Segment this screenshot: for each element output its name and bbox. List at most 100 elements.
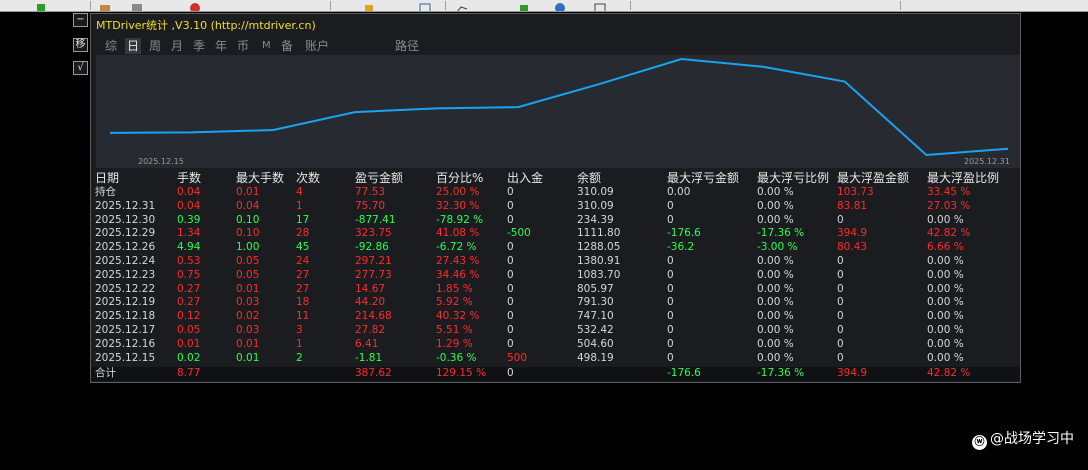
- table-row-cell: 2: [296, 351, 303, 364]
- table-totals-row-cell: 394.9: [837, 367, 868, 380]
- table-row-cell: 1: [296, 199, 303, 212]
- table-row-cell: -0.36 %: [436, 351, 477, 364]
- table-row-cell: 27.03 %: [927, 199, 971, 212]
- table-row-cell: 310.09: [577, 199, 614, 212]
- table-row-cell: 0: [507, 186, 514, 198]
- table-row-cell: 0: [837, 255, 844, 267]
- toolbar-clock-icon[interactable]: [553, 0, 567, 11]
- table-row-cell: 1.85 %: [436, 282, 473, 295]
- table-row-cell: 4: [296, 186, 303, 198]
- tab-yearly[interactable]: 年: [215, 38, 227, 54]
- table-row-cell: 17: [296, 213, 310, 226]
- table-row-cell: 2025.12.17: [95, 324, 156, 336]
- table-row-cell: 0.04: [177, 186, 201, 198]
- table-row-cell: 0: [507, 282, 514, 295]
- table-row: 2025.12.22 0.27 0.01 27 14.67 1.85 % 0 805.97 0 0…: [91, 283, 1020, 297]
- table-row-cell: 0.39: [177, 213, 201, 226]
- tab-quarterly[interactable]: 季: [193, 38, 205, 54]
- toolbar-history-icon[interactable]: [130, 0, 144, 11]
- table-row-cell: 2025.12.19: [95, 296, 156, 309]
- table-row-cell: 0.01: [236, 186, 260, 198]
- toolbar-grid-icon[interactable]: [418, 0, 432, 11]
- table-row-cell: 28: [296, 227, 310, 240]
- toolbar-pencil-icon[interactable]: [362, 0, 376, 11]
- table-row: 2025.12.19 0.27 0.03 18 44.20 5.92 % 0 791.30 0 0…: [91, 296, 1020, 310]
- table-row-cell: 504.60: [577, 337, 614, 350]
- table-row-cell: 1.29 %: [436, 337, 473, 350]
- tab-account[interactable]: 账户: [305, 38, 329, 54]
- table-row-cell: 2025.12.31: [95, 199, 156, 212]
- table-row-cell: 1.00: [236, 241, 260, 254]
- tab-weekly[interactable]: 周: [149, 38, 161, 54]
- table-row-cell: 277.73: [355, 268, 392, 281]
- toolbar-chart-icon[interactable]: [455, 0, 469, 11]
- table-row-cell: 1111.80: [577, 227, 621, 240]
- table-header-cell: 最大浮亏金额: [667, 171, 740, 185]
- tab-daily[interactable]: 日: [125, 38, 142, 54]
- toolbar-box-icon[interactable]: [98, 0, 112, 11]
- table-row-cell: 0: [507, 213, 514, 226]
- table-row: 2025.12.26 4.94 1.00 45 -92.86 -6.72 % 0 1288.0…: [91, 241, 1020, 255]
- check-button[interactable]: √: [73, 61, 88, 75]
- collapse-button[interactable]: −: [73, 13, 88, 27]
- table-row-cell: 0.12: [177, 310, 201, 323]
- table-row: 2025.12.29 1.34 0.10 28 323.75 41.08 % -500 111…: [91, 227, 1020, 241]
- table-row-cell: 1: [296, 337, 303, 350]
- table-row-cell: 27.43 %: [436, 255, 480, 267]
- balance-chart-svg: [109, 57, 1009, 157]
- toolbar-stop-icon[interactable]: [188, 0, 202, 11]
- tab-currency[interactable]: 币: [237, 38, 249, 54]
- toolbar-window-icon[interactable]: [593, 0, 607, 11]
- table-row-cell: 0: [507, 310, 514, 323]
- table-row-cell: 14.67: [355, 282, 386, 295]
- table-header-cell: 手数: [177, 171, 202, 185]
- table-row-cell: 0.00 %: [927, 337, 964, 350]
- table-row-cell: 0.00 %: [757, 268, 794, 281]
- table-row-cell: 0.00 %: [927, 324, 964, 336]
- table-row-cell: 75.70: [355, 199, 386, 212]
- table-row-cell: 0: [507, 268, 514, 281]
- toolbar-separator: [630, 1, 631, 10]
- table-row-cell: 532.42: [577, 324, 614, 336]
- table-row-cell: 0: [667, 255, 674, 267]
- table-row-cell: 0.27: [177, 282, 201, 295]
- stats-panel: MTDriver统计 ,V3.10 (http://mtdriver.cn) 综…: [90, 13, 1021, 383]
- table-row-cell: 2025.12.23: [95, 268, 156, 281]
- table-row-cell: 4.94: [177, 241, 201, 254]
- table-row-cell: 0: [667, 268, 674, 281]
- table-row-cell: 0: [667, 310, 674, 323]
- table-row-cell: 0.00 %: [927, 282, 964, 295]
- table-row-cell: 41.08 %: [436, 227, 480, 240]
- table-row-cell: 0.00 %: [927, 296, 964, 309]
- tab-notes[interactable]: 备: [281, 38, 293, 54]
- table-row-cell: 0.03: [236, 324, 260, 336]
- toolbar-new-order-icon[interactable]: [34, 0, 48, 11]
- tab-overview[interactable]: 综: [105, 38, 117, 54]
- table-row-cell: 310.09: [577, 186, 614, 198]
- tab-path[interactable]: 路径: [395, 38, 419, 54]
- toolbar-add-icon[interactable]: [517, 0, 531, 11]
- table-row: 2025.12.15 0.02 0.01 2 -1.81 -0.36 % 500 498.19…: [91, 352, 1020, 366]
- table-row-cell: -3.00 %: [757, 241, 798, 254]
- table-row-cell: 27.82: [355, 324, 386, 336]
- table-row-cell: 0.75: [177, 268, 201, 281]
- table-row-cell: 34.46 %: [436, 268, 480, 281]
- tab-magic[interactable]: M: [262, 38, 271, 54]
- table-row-cell: 0.02: [177, 351, 201, 364]
- table-row-cell: 0.00 %: [757, 337, 794, 350]
- table-row-cell: 0.05: [236, 255, 260, 267]
- table-row-cell: -1.81: [355, 351, 383, 364]
- tab-monthly[interactable]: 月: [171, 38, 183, 54]
- table-row-cell: 3: [296, 324, 303, 336]
- table-totals-row-cell: -17.36 %: [757, 367, 805, 380]
- table-row-cell: 6.41: [355, 337, 379, 350]
- table-header-cell: 最大浮亏比例: [757, 171, 830, 185]
- toolbar-separator: [445, 1, 446, 10]
- move-button[interactable]: 移: [73, 38, 88, 52]
- table-row-cell: 234.39: [577, 213, 614, 226]
- toolbar-separator: [900, 1, 901, 10]
- x-axis-end-label: 2025.12.31: [964, 157, 1010, 166]
- table-row-cell: 747.10: [577, 310, 614, 323]
- table-totals-row-cell: 129.15 %: [436, 367, 487, 380]
- table-row-cell: -877.41: [355, 213, 396, 226]
